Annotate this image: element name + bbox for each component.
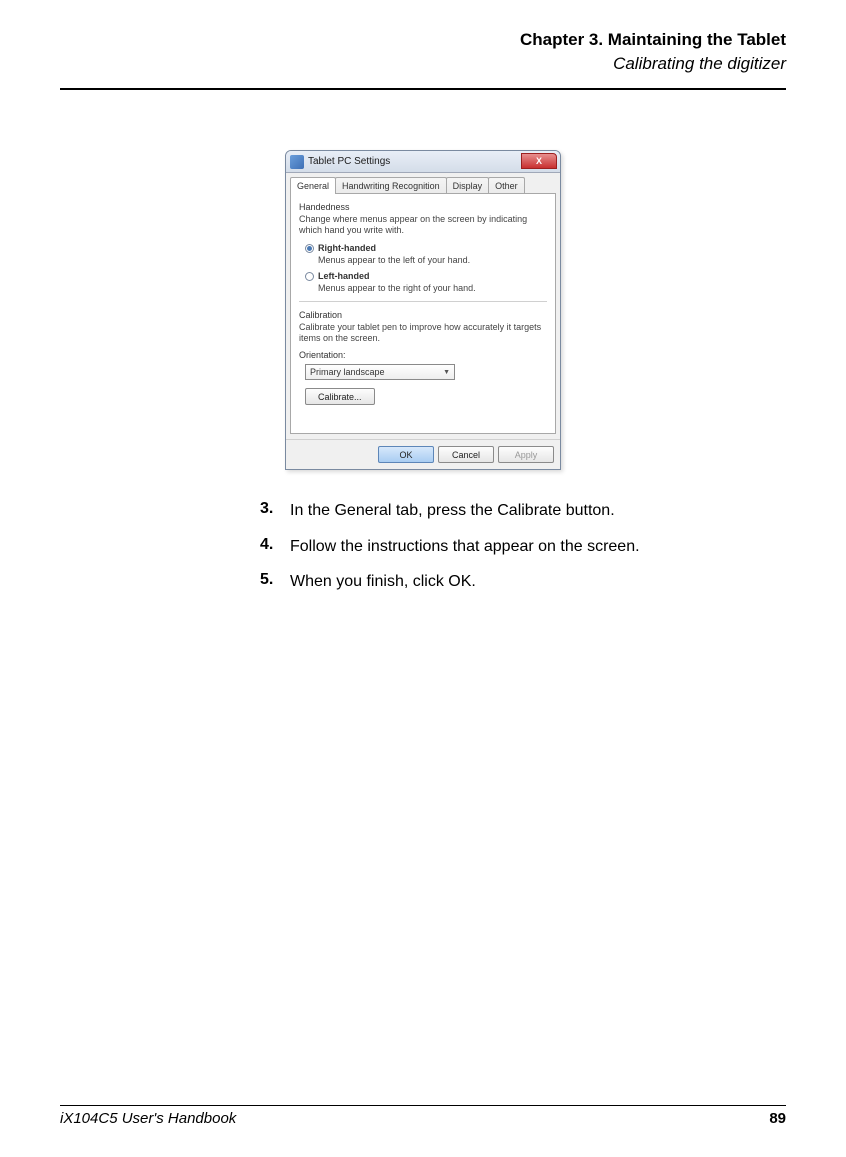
- content-area: Tablet PC Settings X General Handwriting…: [60, 150, 786, 1105]
- titlebar-text: Tablet PC Settings: [308, 156, 390, 167]
- tab-other[interactable]: Other: [488, 177, 525, 194]
- ui-label-ok: OK: [448, 573, 471, 590]
- radio-left-handed[interactable]: Left-handed: [305, 271, 547, 281]
- chapter-title: Chapter 3. Maintaining the Tablet: [60, 30, 786, 50]
- step-text-post: .: [471, 573, 475, 590]
- close-icon: X: [536, 156, 542, 166]
- step-number: 5.: [260, 571, 290, 593]
- close-button[interactable]: X: [521, 153, 557, 169]
- handedness-desc: Change where menus appear on the screen …: [299, 214, 547, 237]
- dialog-wrapper: Tablet PC Settings X General Handwriting…: [60, 150, 786, 470]
- page-footer: iX104C5 User's Handbook 89: [60, 1105, 786, 1127]
- instruction-list: 3. In the General tab, press the Calibra…: [260, 500, 786, 593]
- tab-display[interactable]: Display: [446, 177, 490, 194]
- tablet-pc-settings-dialog: Tablet PC Settings X General Handwriting…: [285, 150, 561, 470]
- step-text-pre: In the General tab, press the: [290, 502, 497, 519]
- page-header: Chapter 3. Maintaining the Tablet Calibr…: [60, 30, 786, 80]
- radio-icon: [305, 244, 314, 253]
- radio-left-label: Left-handed: [318, 271, 370, 281]
- footer-handbook-title: iX104C5 User's Handbook: [60, 1110, 236, 1127]
- radio-right-sub: Menus appear to the left of your hand.: [318, 255, 547, 265]
- chevron-down-icon: ▼: [443, 369, 450, 376]
- calibration-label: Calibration: [299, 310, 547, 320]
- radio-left-sub: Menus appear to the right of your hand.: [318, 283, 547, 293]
- radio-right-label: Right-handed: [318, 243, 376, 253]
- cancel-button[interactable]: Cancel: [438, 446, 494, 463]
- step-4: 4. Follow the instructions that appear o…: [260, 536, 786, 558]
- step-number: 4.: [260, 536, 290, 558]
- titlebar[interactable]: Tablet PC Settings X: [286, 151, 560, 173]
- step-text: When you finish, click OK.: [290, 571, 476, 593]
- group-separator: [299, 301, 547, 302]
- header-rule: [60, 88, 786, 90]
- ui-label-calibrate: Calibrate: [497, 502, 561, 519]
- calibration-desc: Calibrate your tablet pen to improve how…: [299, 322, 547, 345]
- orientation-value: Primary landscape: [310, 367, 385, 377]
- calibrate-button[interactable]: Calibrate...: [305, 388, 375, 405]
- dialog-footer: OK Cancel Apply: [286, 439, 560, 469]
- footer-page-number: 89: [769, 1110, 786, 1127]
- apply-button[interactable]: Apply: [498, 446, 554, 463]
- handedness-label: Handedness: [299, 202, 547, 212]
- orientation-label: Orientation:: [299, 350, 547, 360]
- step-number: 3.: [260, 500, 290, 522]
- radio-icon: [305, 272, 314, 281]
- radio-right-handed[interactable]: Right-handed: [305, 243, 547, 253]
- section-title: Calibrating the digitizer: [60, 54, 786, 74]
- step-text-pre: When you finish, click: [290, 573, 448, 590]
- tablet-settings-icon: [290, 155, 304, 169]
- tab-content-general: Handedness Change where menus appear on …: [290, 193, 556, 434]
- step-3: 3. In the General tab, press the Calibra…: [260, 500, 786, 522]
- step-5: 5. When you finish, click OK.: [260, 571, 786, 593]
- step-text: Follow the instructions that appear on t…: [290, 536, 640, 558]
- step-text: In the General tab, press the Calibrate …: [290, 500, 615, 522]
- orientation-dropdown[interactable]: Primary landscape ▼: [305, 364, 455, 380]
- tab-general[interactable]: General: [290, 177, 336, 194]
- ok-button[interactable]: OK: [378, 446, 434, 463]
- step-text-post: button.: [561, 502, 614, 519]
- tab-strip: General Handwriting Recognition Display …: [290, 177, 556, 194]
- tab-handwriting[interactable]: Handwriting Recognition: [335, 177, 447, 194]
